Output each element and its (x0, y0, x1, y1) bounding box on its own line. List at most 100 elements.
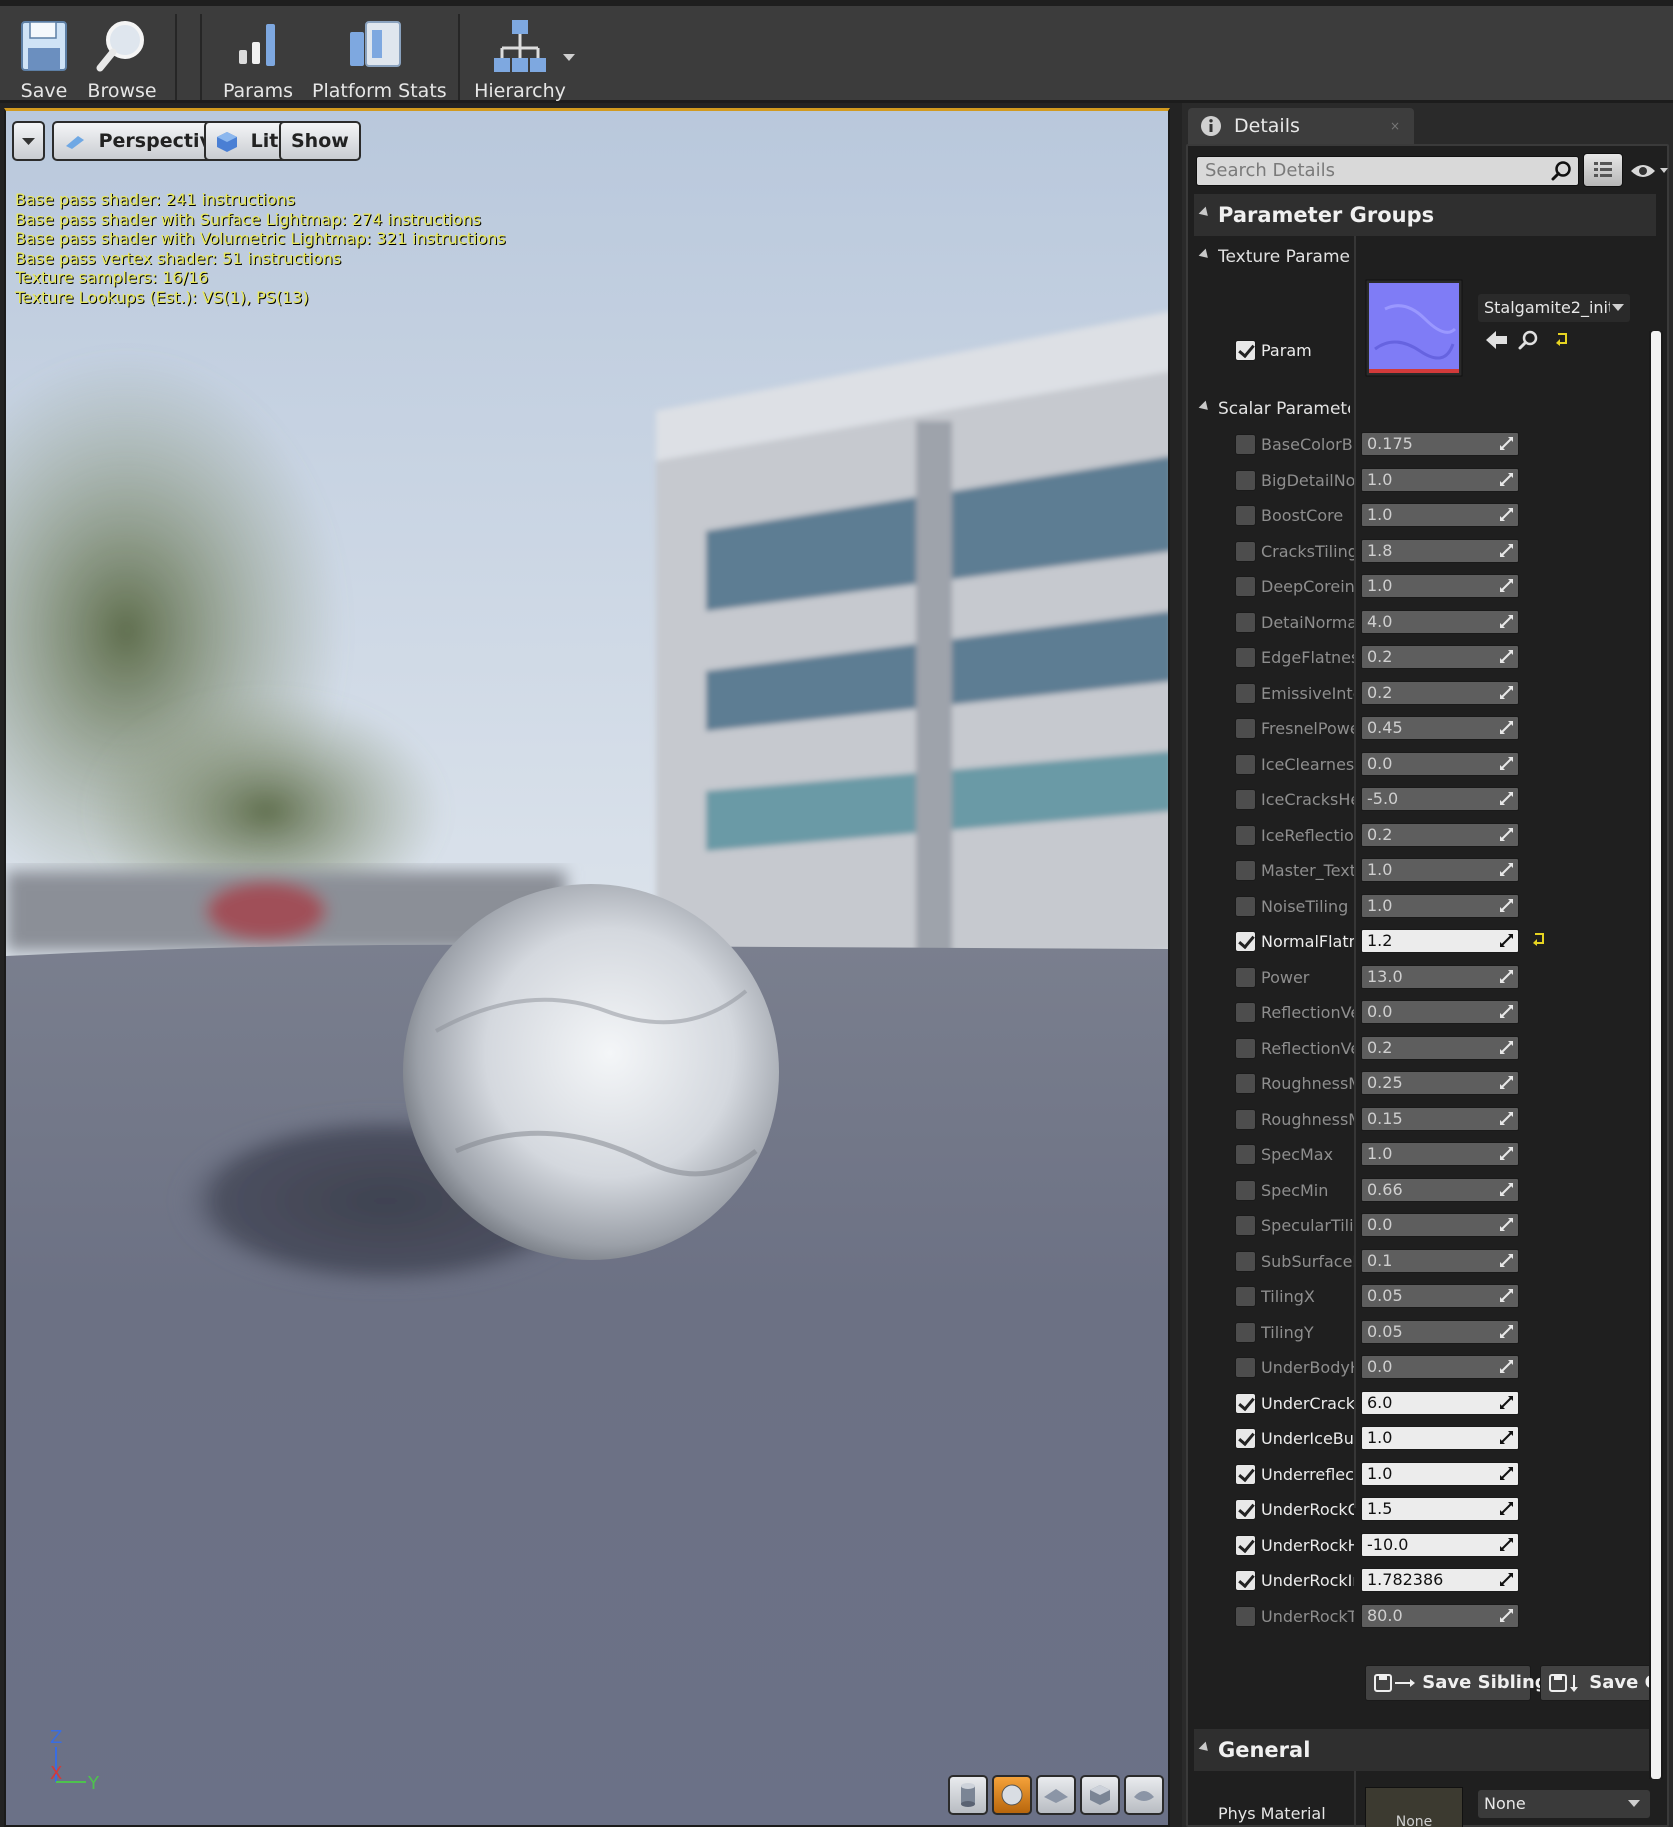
scalar-param-value-input[interactable]: 0.15 (1361, 1106, 1519, 1131)
texture-thumbnail[interactable] (1365, 279, 1463, 377)
scalar-param-checkbox[interactable] (1235, 1534, 1256, 1556)
scalar-param-value-input[interactable]: 6.0 (1361, 1390, 1519, 1415)
scalar-param-value-input[interactable]: -5.0 (1361, 787, 1519, 811)
lit-button[interactable]: Lit (204, 121, 291, 161)
viewport-options-button[interactable] (12, 121, 45, 161)
scalar-param-checkbox[interactable] (1235, 1392, 1256, 1414)
reset-to-default-icon[interactable] (1532, 932, 1546, 946)
browse-button[interactable]: Browse (86, 12, 158, 102)
scalar-param-checkbox[interactable] (1235, 1215, 1256, 1236)
scalar-param-checkbox[interactable] (1235, 860, 1256, 881)
scalar-param-value-input[interactable]: 0.2 (1361, 680, 1519, 705)
scalar-param-value-input[interactable]: 0.0 (1361, 751, 1519, 776)
save-button[interactable]: Save (14, 12, 74, 102)
scalar-param-checkbox[interactable] (1235, 789, 1256, 810)
scalar-param-value-input[interactable]: 80.0 (1361, 1603, 1519, 1628)
reset-to-default-icon[interactable] (1555, 332, 1569, 346)
scalar-param-value-input[interactable]: 1.0 (1361, 858, 1519, 882)
show-button[interactable]: Show (279, 121, 361, 161)
scalar-param-checkbox[interactable] (1235, 1144, 1256, 1165)
scalar-param-checkbox[interactable] (1235, 1179, 1256, 1201)
scalar-param-checkbox[interactable] (1235, 1428, 1256, 1449)
scalar-param-value-input[interactable]: 0.0 (1361, 1213, 1519, 1237)
preview-plane-button[interactable] (1036, 1775, 1076, 1815)
scalar-param-checkbox[interactable] (1235, 1499, 1256, 1520)
parameter-groups-scroll[interactable]: Parameter Groups Texture Parameter Value… (1194, 194, 1656, 1827)
scalar-param-value-input[interactable]: 1.0 (1361, 574, 1519, 598)
scalar-param-value-input[interactable]: 0.175 (1361, 432, 1519, 456)
scalar-param-checkbox[interactable] (1235, 505, 1256, 526)
save-sibling-button[interactable]: Save Sibling (1365, 1665, 1548, 1701)
scalar-param-value-input[interactable]: 0.66 (1361, 1177, 1519, 1202)
details-tab[interactable]: Details × (1188, 108, 1414, 144)
platform-stats-button[interactable]: Platform Stats (312, 12, 447, 102)
search-details-input[interactable]: Search Details (1196, 156, 1579, 186)
texture-param-checkbox[interactable] (1235, 340, 1256, 361)
scalar-param-checkbox[interactable] (1235, 1605, 1256, 1627)
use-selected-asset-arrow-icon[interactable] (1486, 331, 1508, 349)
texture-asset-dropdown[interactable]: Stalgamite2_initial (1478, 294, 1630, 322)
scalar-param-value-input[interactable]: 4.0 (1361, 609, 1519, 634)
scalar-param-value-input[interactable]: 1.0 (1361, 893, 1519, 918)
preview-custom-mesh-button[interactable] (1124, 1775, 1164, 1815)
scalar-param-checkbox[interactable] (1235, 824, 1256, 846)
scalar-param-value-input[interactable]: 0.2 (1361, 822, 1519, 847)
hierarchy-button[interactable]: Hierarchy (474, 12, 566, 102)
scalar-param-value-input[interactable]: 1.782386 (1361, 1568, 1519, 1592)
scalar-param-checkbox[interactable] (1235, 682, 1256, 704)
section-general[interactable]: General (1194, 1729, 1656, 1771)
close-icon[interactable]: × (1390, 108, 1400, 144)
scalar-param-value-input[interactable]: 1.0 (1361, 467, 1519, 492)
scalar-param-checkbox[interactable] (1235, 434, 1256, 455)
scalar-param-value-input[interactable]: 1.0 (1361, 1461, 1519, 1486)
scalar-param-value-input[interactable]: 0.2 (1361, 1035, 1519, 1060)
scalar-param-checkbox[interactable] (1235, 1463, 1256, 1485)
scalar-param-value-input[interactable]: 0.0 (1361, 1355, 1519, 1379)
section-parameter-groups[interactable]: Parameter Groups (1194, 194, 1656, 236)
scalar-param-checkbox[interactable] (1235, 1357, 1256, 1378)
scalar-param-checkbox[interactable] (1235, 1002, 1256, 1023)
scrollbar-thumb[interactable] (1651, 331, 1661, 1779)
scalar-param-checkbox[interactable] (1235, 1037, 1256, 1059)
scalar-param-value-input[interactable]: 0.25 (1361, 1071, 1519, 1095)
scalar-param-checkbox[interactable] (1235, 1321, 1256, 1343)
scalar-param-checkbox[interactable] (1235, 931, 1256, 952)
scalar-param-checkbox[interactable] (1235, 540, 1256, 562)
group-texture-parameters[interactable]: Texture Parameter Values (1194, 239, 1656, 275)
scalar-param-checkbox[interactable] (1235, 1250, 1256, 1272)
phys-material-dropdown[interactable]: None (1478, 1790, 1650, 1818)
details-scrollbar[interactable] (1649, 331, 1663, 1779)
preview-cylinder-button[interactable] (948, 1775, 988, 1815)
scalar-param-value-input[interactable]: 1.2 (1361, 929, 1519, 953)
scalar-param-value-input[interactable]: 13.0 (1361, 964, 1519, 989)
scalar-param-checkbox[interactable] (1235, 576, 1256, 597)
scalar-param-checkbox[interactable] (1235, 611, 1256, 633)
material-preview-viewport[interactable]: Perspective Lit Show Base pass shader: 2… (4, 108, 1170, 1827)
scalar-param-checkbox[interactable] (1235, 966, 1256, 988)
browse-asset-search-icon[interactable] (1518, 330, 1538, 350)
scalar-param-checkbox[interactable] (1235, 895, 1256, 917)
preview-cube-button[interactable] (1080, 1775, 1120, 1815)
scalar-param-checkbox[interactable] (1235, 753, 1256, 775)
group-scalar-parameters[interactable]: Scalar Parameter Values (1194, 391, 1656, 427)
scalar-param-value-input[interactable]: 1.0 (1361, 1426, 1519, 1450)
scalar-param-value-input[interactable]: 0.1 (1361, 1248, 1519, 1273)
scalar-param-checkbox[interactable] (1235, 1073, 1256, 1094)
preview-sphere-button[interactable] (992, 1775, 1032, 1815)
scalar-param-value-input[interactable]: 1.5 (1361, 1497, 1519, 1521)
scalar-param-value-input[interactable]: 0.45 (1361, 716, 1519, 740)
scalar-param-checkbox[interactable] (1235, 1108, 1256, 1130)
scalar-param-value-input[interactable]: 1.0 (1361, 503, 1519, 527)
hierarchy-dropdown-caret[interactable] (563, 54, 575, 61)
scalar-param-checkbox[interactable] (1235, 469, 1256, 491)
scalar-param-value-input[interactable]: 0.0 (1361, 1000, 1519, 1024)
save-child-button[interactable]: Save Child (1540, 1665, 1656, 1701)
scalar-param-checkbox[interactable] (1235, 718, 1256, 739)
scalar-param-checkbox[interactable] (1235, 1286, 1256, 1307)
scalar-param-value-input[interactable]: 0.05 (1361, 1284, 1519, 1308)
view-options-eye-icon[interactable] (1628, 156, 1672, 186)
scalar-param-checkbox[interactable] (1235, 1570, 1256, 1591)
phys-material-thumbnail[interactable]: None (1365, 1787, 1463, 1827)
scalar-param-value-input[interactable]: 0.05 (1361, 1319, 1519, 1344)
property-matrix-button[interactable] (1583, 153, 1623, 187)
